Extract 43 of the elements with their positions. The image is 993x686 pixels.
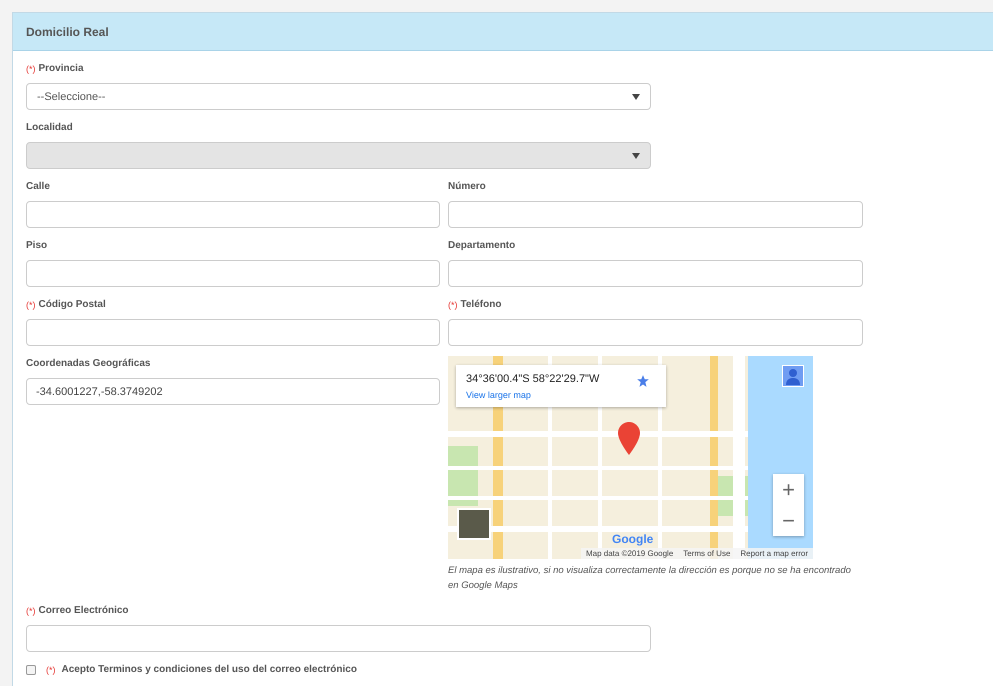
- input-field[interactable]: [26, 260, 440, 287]
- input-field[interactable]: [448, 319, 863, 346]
- terms-label: Acepto Terminos y condiciones del uso del correo electrónico: [62, 664, 357, 675]
- label-text: Departamento: [448, 240, 516, 251]
- label-text: Correo Electrónico: [38, 605, 129, 616]
- input-field[interactable]: [448, 201, 863, 228]
- label-text: Provincia: [38, 63, 84, 74]
- map-note: El mapa es ilustrativo, si no visualiza correctamente la dirección es porque no se ha encontrado en Google Maps: [448, 564, 852, 593]
- caret-icon: [632, 94, 640, 100]
- attribution-link[interactable]: Map data ©2019 Google: [586, 549, 674, 558]
- label-text: Calle: [26, 181, 50, 192]
- input-field[interactable]: -34.6001227,-58.3749202: [26, 378, 440, 405]
- view-larger-map-link[interactable]: View larger map: [466, 390, 531, 400]
- panel-header: Domicilio Real: [13, 13, 993, 51]
- select-value: --Seleccione--: [37, 90, 106, 102]
- person-icon[interactable]: [782, 365, 804, 387]
- map-logo: Google: [612, 532, 654, 546]
- input-field[interactable]: [26, 625, 651, 652]
- map-coordinates: 34°36'00.4"S 58°22'29.7"W: [466, 373, 600, 385]
- label-text: Número: [448, 181, 486, 192]
- label-text: Código Postal: [38, 299, 106, 310]
- label-text: Teléfono: [460, 299, 502, 310]
- input-field[interactable]: [26, 319, 440, 346]
- attribution-link[interactable]: Report a map error: [740, 549, 808, 558]
- zoom-in-button[interactable]: +: [773, 474, 804, 505]
- label-text: Coordenadas Geográficas: [26, 358, 150, 369]
- satellite-toggle-button[interactable]: [457, 508, 491, 540]
- label-text: Localidad: [26, 122, 73, 133]
- checkbox[interactable]: [26, 664, 36, 674]
- input-field[interactable]: [448, 260, 863, 287]
- required-mark: (*): [26, 300, 36, 310]
- input-field[interactable]: [26, 201, 440, 228]
- required-mark: (*): [26, 64, 36, 74]
- star-icon[interactable]: [636, 374, 650, 388]
- label-text: Piso: [26, 240, 48, 251]
- attribution-link[interactable]: Terms of Use: [683, 549, 730, 558]
- required-mark: (*): [46, 664, 56, 674]
- map[interactable]: 34°36'00.4"S 58°22'29.7"W View larger map + − Google Map data ©2019 Google Terms of Use Report a map error: [448, 356, 813, 559]
- required-mark: (*): [448, 300, 458, 310]
- required-mark: (*): [26, 606, 36, 616]
- zoom-out-button[interactable]: −: [773, 505, 804, 536]
- select-field[interactable]: --Seleccione--: [26, 83, 651, 110]
- caret-icon: [632, 152, 640, 158]
